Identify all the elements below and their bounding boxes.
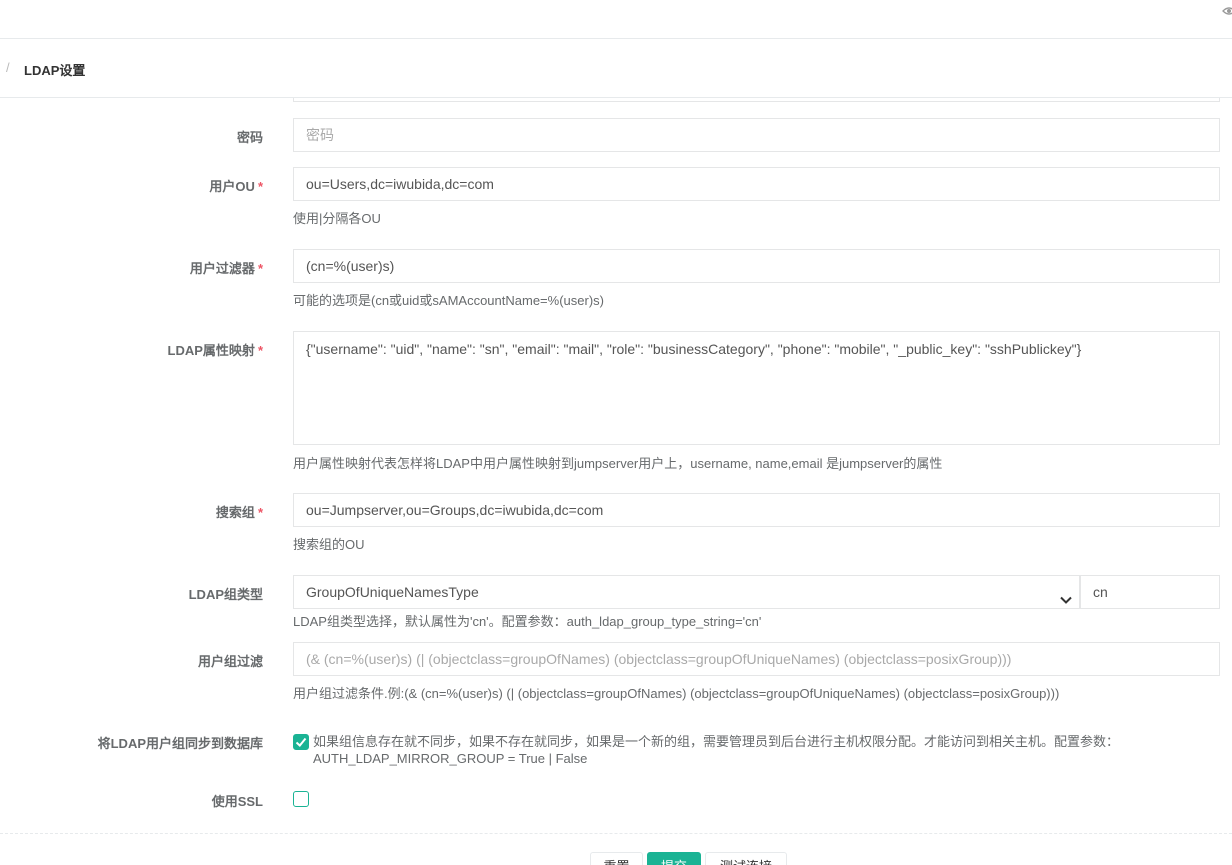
group-filter-input[interactable]: (& (cn=%(user)s) (| (objectclass=groupOf… (293, 642, 1220, 676)
password-label: 密码 (236, 130, 263, 145)
group-type-label: LDAP组类型 (188, 587, 263, 602)
breadcrumb: / LDAP设置 (0, 39, 1232, 98)
user-ou-help: 使用|分隔各OU (293, 211, 381, 226)
search-group-label: 搜索组 * (215, 505, 263, 520)
test-connection-button[interactable]: 测试连接 (705, 852, 787, 865)
eye-icon[interactable] (1222, 4, 1232, 18)
attr-map-textarea[interactable]: {"username": "uid", "name": "sn", "email… (293, 331, 1220, 445)
page-title: LDAP设置 (24, 63, 86, 78)
user-ou-input[interactable]: ou=Users,dc=iwubida,dc=com (293, 167, 1220, 201)
attr-map-help: 用户属性映射代表怎样将LDAP中用户属性映射到jumpserver用户上，use… (293, 456, 943, 471)
mirror-group-text: 如果组信息存在就不同步，如果不存在就同步，如果是一个新的组，需要管理员到后台进行… (313, 734, 1120, 766)
breadcrumb-separator: / (6, 60, 10, 75)
mirror-group-label: 将LDAP用户组同步到数据库 (97, 736, 263, 751)
search-group-input[interactable]: ou=Jumpserver,ou=Groups,dc=iwubida,dc=co… (293, 493, 1220, 527)
attr-map-label: LDAP属性映射 * (167, 343, 263, 358)
group-filter-label: 用户组过滤 (197, 654, 263, 669)
mirror-group-checkbox[interactable] (293, 734, 309, 750)
ldap-settings-form: 密码 密码 用户OU * ou=Users,dc=iwubida,dc=com 使… (0, 98, 1232, 865)
group-filter-help: 用户组过滤条件.例:(& (cn=%(user)s) (| (objectcla… (293, 686, 1060, 701)
group-type-param-input[interactable]: cn (1080, 575, 1220, 609)
user-filter-input[interactable]: (cn=%(user)s) (293, 249, 1220, 283)
submit-button[interactable]: 提交 (647, 852, 701, 865)
user-filter-label: 用户过滤器 * (189, 261, 263, 276)
use-ssl-label: 使用SSL (211, 794, 263, 809)
previous-input-edge (293, 98, 1220, 102)
reset-button[interactable]: 重置 (590, 852, 643, 865)
top-navbar (0, 0, 1232, 39)
user-filter-help: 可能的选项是(cn或uid或sAMAccountName=%(user)s) (293, 293, 604, 308)
password-input[interactable]: 密码 (293, 118, 1220, 152)
check-icon (295, 737, 307, 747)
use-ssl-checkbox[interactable] (293, 791, 309, 807)
chevron-down-icon (1059, 586, 1073, 604)
group-type-help: LDAP组类型选择，默认属性为'cn'。配置参数：auth_ldap_group… (293, 614, 762, 629)
form-divider (0, 833, 1232, 834)
search-group-help: 搜索组的OU (293, 537, 365, 552)
group-type-selected: GroupOfUniqueNamesType (306, 584, 479, 600)
group-type-select[interactable]: GroupOfUniqueNamesType (293, 575, 1080, 609)
user-ou-label: 用户OU * (209, 179, 263, 194)
